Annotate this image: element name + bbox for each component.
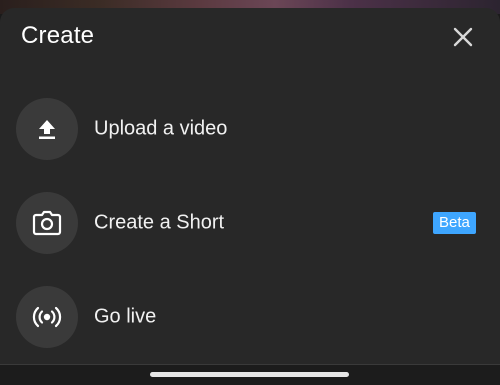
camera-icon [32,210,62,236]
create-short-label: Create a Short [94,211,225,234]
beta-badge: Beta [433,212,476,234]
upload-video-option[interactable]: Upload a video [0,98,500,160]
upload-video-label: Upload a video [94,117,228,140]
upload-icon-circle [16,98,78,160]
camera-icon-circle [16,192,78,254]
live-icon-circle [16,286,78,348]
home-indicator[interactable] [150,372,349,377]
go-live-label: Go live [94,305,157,328]
close-button[interactable] [448,22,478,52]
live-broadcast-icon [32,306,62,328]
sheet-title: Create [21,22,95,49]
close-icon [453,27,473,47]
create-short-option[interactable]: Create a Short Beta [0,192,500,254]
go-live-option[interactable]: Go live [0,286,500,348]
upload-icon [39,120,55,139]
